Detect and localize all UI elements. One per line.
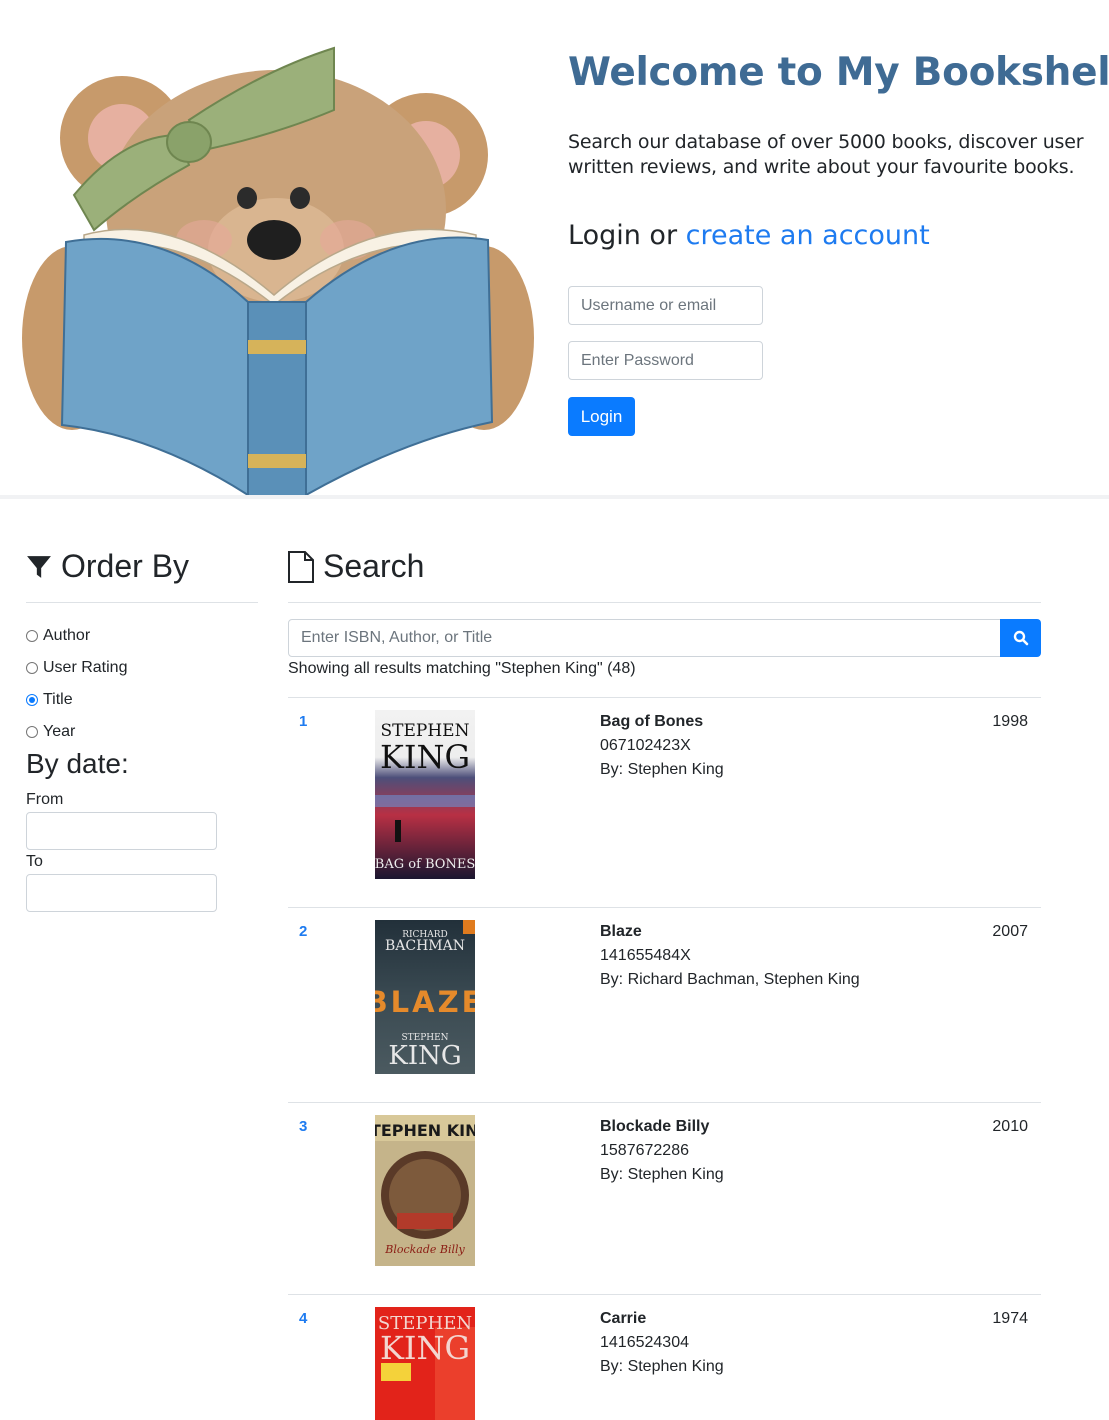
book-title[interactable]: Bag of Bones (600, 713, 703, 731)
book-isbn: 141655484X (600, 947, 691, 964)
order-option-label: Year (43, 723, 76, 740)
to-date-input[interactable] (26, 874, 217, 912)
cover-author-last: KING (380, 1329, 470, 1367)
book-isbn: 067102423X (600, 737, 691, 754)
username-input[interactable] (568, 286, 763, 325)
cover-author-last: BACHMAN (385, 938, 465, 954)
result-divider (288, 697, 1041, 698)
radio-author[interactable] (26, 630, 38, 642)
results-summary: Showing all results matching "Stephen Ki… (288, 660, 636, 677)
result-rank[interactable]: 4 (299, 1310, 307, 1327)
login-button[interactable]: Login (568, 397, 635, 436)
book-year: 2007 (992, 923, 1028, 940)
radio-user-rating[interactable] (26, 662, 38, 674)
search-input[interactable] (288, 619, 1001, 657)
book-cover[interactable]: STEPHEN KING (375, 1307, 475, 1420)
order-by-label: Order By (61, 548, 190, 584)
book-isbn: 1587672286 (600, 1142, 689, 1159)
radio-year[interactable] (26, 726, 38, 738)
password-input[interactable] (568, 341, 763, 380)
hero-divider (0, 495, 1109, 499)
book-title[interactable]: Carrie (600, 1310, 646, 1328)
hero-section: Welcome to My Bookshelf! Search our data… (0, 0, 1109, 499)
login-heading: Login or create an account (568, 220, 930, 251)
create-account-link[interactable]: create an account (686, 220, 930, 251)
book-isbn: 1416524304 (600, 1334, 689, 1351)
cover-book-title: Blockade Billy (384, 1243, 465, 1256)
sidebar-divider (26, 602, 258, 603)
bear-reading-book-image (22, 46, 534, 499)
by-date-heading: By date: (26, 748, 129, 779)
cover-author-last: KING (380, 738, 470, 776)
search-label: Search (323, 548, 425, 584)
order-option-label: Author (43, 627, 91, 644)
book-cover[interactable]: STEPHEN KING BAG of BONES (375, 710, 475, 879)
order-option-year[interactable]: Year (26, 716, 127, 748)
result-rank[interactable]: 1 (299, 713, 307, 730)
book-year: 1998 (992, 713, 1028, 730)
to-label: To (26, 853, 43, 870)
book-year: 1974 (992, 1310, 1028, 1327)
result-divider (288, 1102, 1041, 1103)
result-rank[interactable]: 3 (299, 1118, 307, 1135)
search-button[interactable] (1000, 619, 1041, 657)
from-date-input[interactable] (26, 812, 217, 850)
login-prefix: Login or (568, 220, 686, 251)
bear-reading-illustration (14, 40, 544, 499)
file-icon (288, 550, 314, 583)
book-title[interactable]: Blockade Billy (600, 1118, 709, 1136)
from-label: From (26, 791, 64, 808)
order-by-options: Author User Rating Title Year (26, 620, 127, 748)
order-by-heading: Order By (26, 548, 189, 585)
cover-book-title: BAG of BONES (375, 857, 475, 872)
order-option-label: User Rating (43, 659, 128, 676)
cover-author-name: STEPHEN KING (375, 1121, 475, 1140)
search-icon (1013, 630, 1028, 646)
book-year: 2010 (992, 1118, 1028, 1135)
order-option-author[interactable]: Author (26, 620, 127, 652)
book-cover[interactable]: STEPHEN KING Blockade Billy (375, 1115, 475, 1266)
result-divider (288, 1294, 1041, 1295)
book-authors: By: Stephen King (600, 1358, 724, 1375)
book-authors: By: Stephen King (600, 761, 724, 778)
welcome-title: Welcome to My Bookshelf! (568, 50, 1109, 95)
search-divider (288, 602, 1041, 603)
book-authors: By: Richard Bachman, Stephen King (600, 971, 860, 988)
cover-author-last: KING (388, 1041, 461, 1071)
order-option-label: Title (43, 691, 73, 708)
cover-book-title: BLAZE (375, 985, 475, 1019)
result-divider (288, 907, 1041, 908)
filter-icon (27, 555, 51, 578)
book-cover[interactable]: RICHARD BACHMAN BLAZE STEPHEN KING (375, 920, 475, 1074)
book-title[interactable]: Blaze (600, 923, 642, 941)
order-option-title[interactable]: Title (26, 684, 127, 716)
search-heading: Search (287, 548, 424, 585)
book-authors: By: Stephen King (600, 1166, 724, 1183)
result-rank[interactable]: 2 (299, 923, 307, 940)
site-tagline: Search our database of over 5000 books, … (568, 131, 1084, 178)
order-option-user-rating[interactable]: User Rating (26, 652, 127, 684)
radio-title[interactable] (26, 694, 38, 706)
